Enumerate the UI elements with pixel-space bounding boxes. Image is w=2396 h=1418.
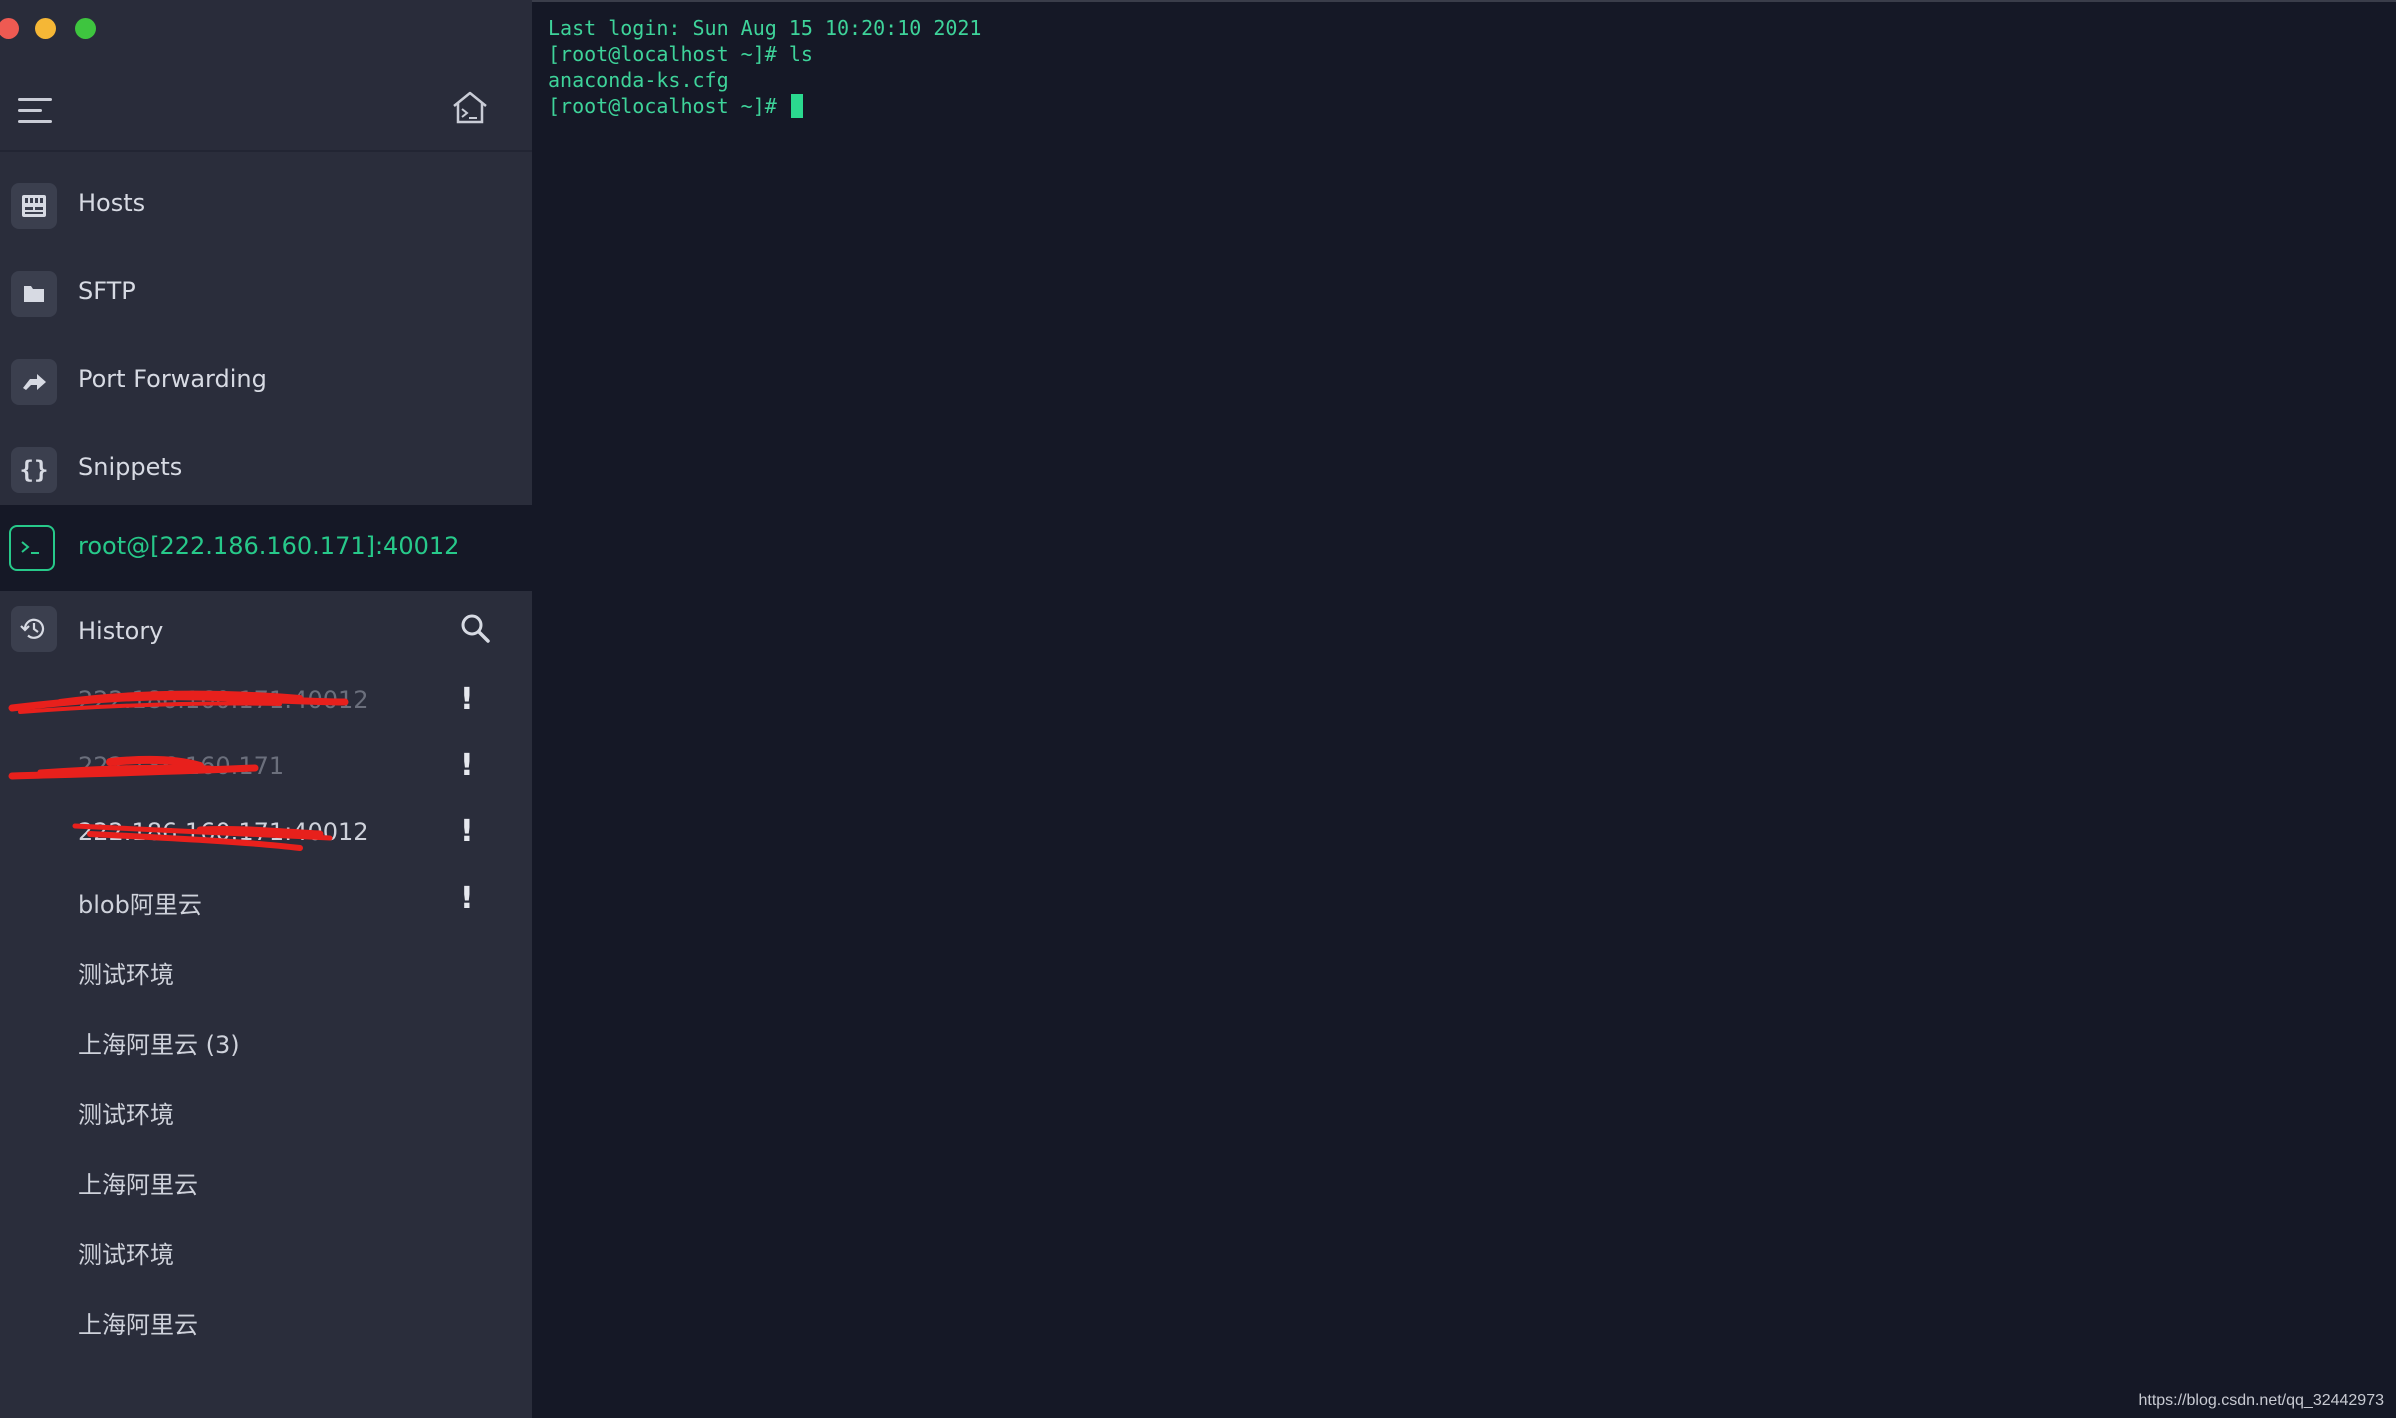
history-item[interactable]: 上海阿里云 [0,1151,532,1211]
history-item[interactable]: 222.186.160.171:40012 ! [0,672,532,732]
sidebar-item-snippets[interactable]: {} Snippets [0,427,532,515]
search-icon[interactable] [458,611,494,647]
history-item[interactable]: 测试环境 [0,1081,532,1141]
history-item-label: 测试环境 [78,1101,174,1129]
watermark: https://blog.csdn.net/qq_32442973 [2138,1392,2384,1409]
terminal-prompt: [root@localhost ~]# [548,94,789,118]
terminal-output[interactable]: Last login: Sun Aug 15 10:20:10 2021 [ro… [532,0,2396,1418]
history-item-label: 测试环境 [78,1241,174,1269]
history-item[interactable]: 222.186.160.171:40012 ! [0,804,532,864]
history-item[interactable]: 上海阿里云 (3) [0,1011,532,1071]
history-item-label: 测试环境 [78,961,174,989]
sidebar-item-label: Snippets [78,453,183,481]
sidebar-nav: Hosts SFTP Port Forwarding {} Snippets [0,163,532,515]
terminal-icon [9,525,55,571]
warning-icon: ! [460,814,474,849]
warning-icon: ! [460,881,474,916]
minimize-window-button[interactable] [35,18,56,39]
history-item-label: blob阿里云 [78,891,202,919]
terminal-cursor [790,94,803,118]
terminal-line: [root@localhost ~]# ls [548,42,813,66]
history-item-label: 上海阿里云 [78,1311,198,1339]
sidebar-item-label: Hosts [78,189,146,217]
terminal-prompt-line: [root@localhost ~]# [548,94,803,118]
history-icon [11,606,57,652]
history-item[interactable]: 上海阿里云 [0,1291,532,1351]
warning-icon: ! [460,682,474,717]
history-item[interactable]: 测试环境 [0,941,532,1001]
terminal-line: anaconda-ks.cfg [548,68,729,92]
history-item-label: 222.186.160.171:40012 [78,686,369,714]
sidebar: Hosts SFTP Port Forwarding {} Snippets r… [0,0,532,1418]
folder-icon [11,271,57,317]
session-label: root@[222.186.160.171]:40012 [78,532,460,560]
history-item-label: 上海阿里云 (3) [78,1031,240,1059]
history-item-label: 222.186.160.171:40012 [78,818,369,846]
sidebar-item-hosts[interactable]: Hosts [0,163,532,251]
history-item-label: 222.186.160.171 [78,752,285,780]
close-window-button[interactable] [0,18,19,39]
braces-icon: {} [11,447,57,493]
history-item[interactable]: 测试环境 [0,1221,532,1281]
history-item[interactable]: blob阿里云 ! [0,871,532,931]
sidebar-item-sftp[interactable]: SFTP [0,251,532,339]
history-header[interactable]: History [0,591,532,671]
sidebar-item-label: SFTP [78,277,136,305]
history-item[interactable]: 222.186.160.171 ! [0,738,532,798]
port-forward-icon [11,359,57,405]
server-icon [11,183,57,229]
history-item-label: 上海阿里云 [78,1171,198,1199]
titlebar [0,0,532,152]
home-terminal-icon[interactable] [450,88,490,128]
menu-icon[interactable] [18,98,54,124]
sidebar-item-label: Port Forwarding [78,365,267,393]
warning-icon: ! [460,748,474,783]
history-title: History [78,617,164,645]
maximize-window-button[interactable] [75,18,96,39]
sidebar-item-port-forwarding[interactable]: Port Forwarding [0,339,532,427]
active-session-tab[interactable]: root@[222.186.160.171]:40012 [0,505,532,591]
terminal-line: Last login: Sun Aug 15 10:20:10 2021 [548,16,982,40]
